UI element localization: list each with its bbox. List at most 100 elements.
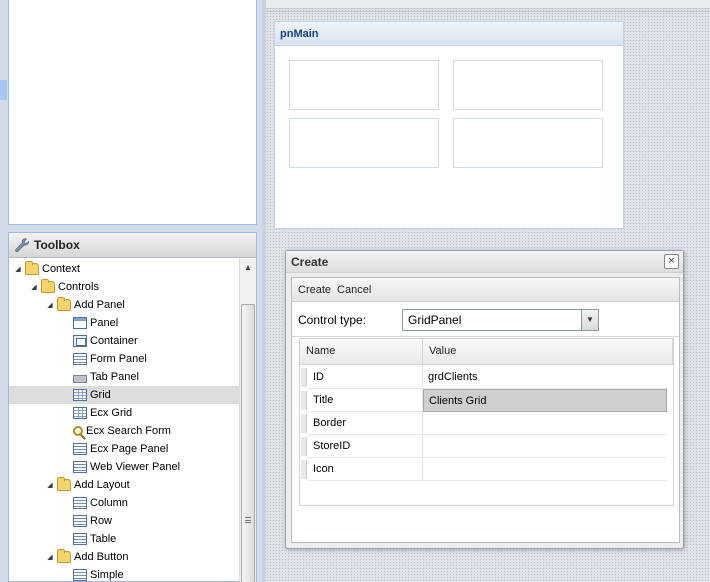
table-row[interactable]: StoreID — [300, 435, 667, 458]
toolbox-panel: Toolbox ◢ Context ◢ Controls ◢ Add Panel Panel… — [8, 232, 257, 582]
create-dialog: Create × Create Cancel Control type: Gri… — [285, 250, 684, 549]
pnmain-panel[interactable]: pnMain — [274, 21, 624, 229]
cancel-button[interactable]: Cancel — [337, 284, 371, 296]
tree-item-form-panel[interactable]: Form Panel — [9, 350, 240, 368]
folder-icon — [57, 477, 71, 491]
tab-panel-icon — [73, 374, 87, 383]
control-type-select[interactable]: GridPanel ▼ — [402, 308, 599, 331]
expand-arrow-icon[interactable]: ◢ — [29, 283, 39, 291]
tree-item-label: Controls — [58, 281, 99, 293]
form-panel-icon — [73, 533, 87, 545]
property-name: Border — [308, 412, 423, 435]
row-marker — [301, 437, 307, 456]
tree-item-context[interactable]: ◢ Context — [9, 260, 240, 278]
tree-item-label: Form Panel — [90, 353, 147, 365]
control-type-label: Control type: — [298, 312, 367, 327]
row-marker — [301, 414, 307, 433]
tree-item-tab-panel[interactable]: Tab Panel — [9, 368, 240, 386]
expand-arrow-icon[interactable]: ◢ — [13, 265, 23, 273]
property-name: StoreID — [308, 435, 423, 458]
tree-item-label: Table — [90, 533, 117, 545]
expand-arrow-icon[interactable]: ◢ — [45, 481, 55, 489]
control-type-value: GridPanel — [408, 312, 462, 327]
table-row[interactable]: ID grdClients — [300, 366, 667, 389]
property-name: Title — [308, 389, 423, 412]
form-panel-icon — [73, 569, 87, 581]
tree-item-label: Add Layout — [74, 479, 130, 491]
property-value[interactable]: grdClients — [423, 366, 667, 389]
form-panel-icon — [73, 515, 87, 527]
tree-item-label: Panel — [90, 317, 119, 329]
splitter-handle[interactable] — [0, 80, 7, 100]
tree-item-ecx-page-panel[interactable]: Ecx Page Panel — [9, 440, 240, 458]
toolbox-tree: ◢ Context ◢ Controls ◢ Add Panel Panel Containe… — [9, 259, 240, 582]
property-value[interactable] — [423, 458, 667, 481]
dialog-toolbar: Create Cancel — [292, 278, 679, 302]
tree-item-label: Tab Panel — [90, 371, 139, 383]
grid-icon — [73, 407, 87, 419]
tree-item-panel[interactable]: Panel — [9, 314, 240, 332]
tree-item-label: Web Viewer Panel — [90, 461, 181, 473]
create-button[interactable]: Create — [298, 284, 331, 296]
form-panel-icon — [73, 443, 87, 455]
property-grid: Name Value ID grdClients Title Clients Grid… — [299, 338, 674, 506]
tree-item-column[interactable]: Column — [9, 494, 240, 512]
tree-item-add-layout[interactable]: ◢ Add Layout — [9, 476, 240, 494]
tree-item-container[interactable]: Container — [9, 332, 240, 350]
property-value[interactable]: Clients Grid — [423, 389, 667, 412]
tree-item-web-viewer-panel[interactable]: Web Viewer Panel — [9, 458, 240, 476]
toolbox-title: Toolbox — [34, 238, 80, 252]
dialog-header[interactable]: Create — [286, 251, 683, 273]
scroll-up-arrow-icon[interactable]: ▲ — [240, 259, 256, 276]
table-row[interactable]: Border — [300, 412, 667, 435]
tree-item-controls[interactable]: ◢ Controls — [9, 278, 240, 296]
tree-item-row[interactable]: Row — [9, 512, 240, 530]
layout-cell[interactable] — [453, 60, 603, 110]
property-value[interactable] — [423, 435, 667, 458]
tree-scrollbar[interactable]: ▲ — [239, 259, 256, 582]
search-icon — [73, 426, 83, 436]
folder-icon — [41, 279, 55, 293]
expand-arrow-icon[interactable]: ◢ — [45, 553, 55, 561]
expand-arrow-icon[interactable]: ◢ — [45, 301, 55, 309]
toolbox-header: Toolbox — [9, 233, 256, 258]
tree-item-add-button[interactable]: ◢ Add Button — [9, 548, 240, 566]
row-marker — [301, 368, 307, 387]
column-header-name[interactable]: Name — [300, 339, 423, 364]
folder-icon — [57, 549, 71, 563]
tree-item-table[interactable]: Table — [9, 530, 240, 548]
tree-item-label: Ecx Grid — [90, 407, 133, 419]
property-name: ID — [308, 366, 423, 389]
property-name: Icon — [308, 458, 423, 481]
grid-icon — [73, 389, 87, 401]
column-header-value[interactable]: Value — [423, 339, 673, 364]
control-type-row: Control type: GridPanel ▼ — [292, 303, 679, 337]
row-marker — [301, 460, 307, 479]
layout-cell[interactable] — [289, 60, 439, 110]
design-top-bar — [266, 0, 710, 9]
tree-item-ecx-grid[interactable]: Ecx Grid — [9, 404, 240, 422]
tree-item-label: Container — [90, 335, 138, 347]
form-panel-icon — [73, 461, 87, 473]
form-panel-icon — [73, 497, 87, 509]
pnmain-header: pnMain — [275, 22, 623, 46]
tree-item-ecx-search-form[interactable]: Ecx Search Form — [9, 422, 240, 440]
panel-icon — [73, 317, 87, 329]
chevron-down-icon[interactable]: ▼ — [581, 309, 598, 330]
dialog-title: Create — [291, 254, 329, 269]
folder-icon — [57, 297, 71, 311]
layout-cell[interactable] — [289, 118, 439, 168]
table-row[interactable]: Title Clients Grid — [300, 389, 667, 412]
tree-item-simple[interactable]: Simple — [9, 566, 240, 582]
table-row[interactable]: Icon — [300, 458, 667, 481]
property-value[interactable] — [423, 412, 667, 435]
close-icon[interactable]: × — [664, 254, 679, 269]
tree-item-label: Add Panel — [74, 299, 125, 311]
scroll-thumb[interactable] — [241, 304, 255, 582]
properties-panel — [8, 0, 257, 225]
layout-cell[interactable] — [453, 118, 603, 168]
tree-item-grid[interactable]: Grid — [9, 386, 240, 404]
scroll-grip-icon — [245, 517, 251, 523]
tree-item-add-panel[interactable]: ◢ Add Panel — [9, 296, 240, 314]
tree-item-label: Simple — [90, 569, 124, 581]
